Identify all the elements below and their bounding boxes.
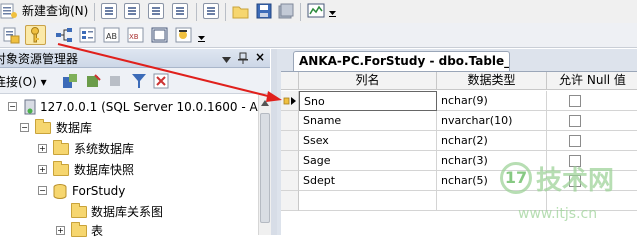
watermark-brand: 技术网	[536, 166, 615, 196]
watermark-badge-icon: 17	[500, 162, 532, 194]
watermark: 17 技术网 www.itjs.cn	[500, 160, 630, 230]
watermark-url: www.itjs.cn	[518, 206, 598, 222]
